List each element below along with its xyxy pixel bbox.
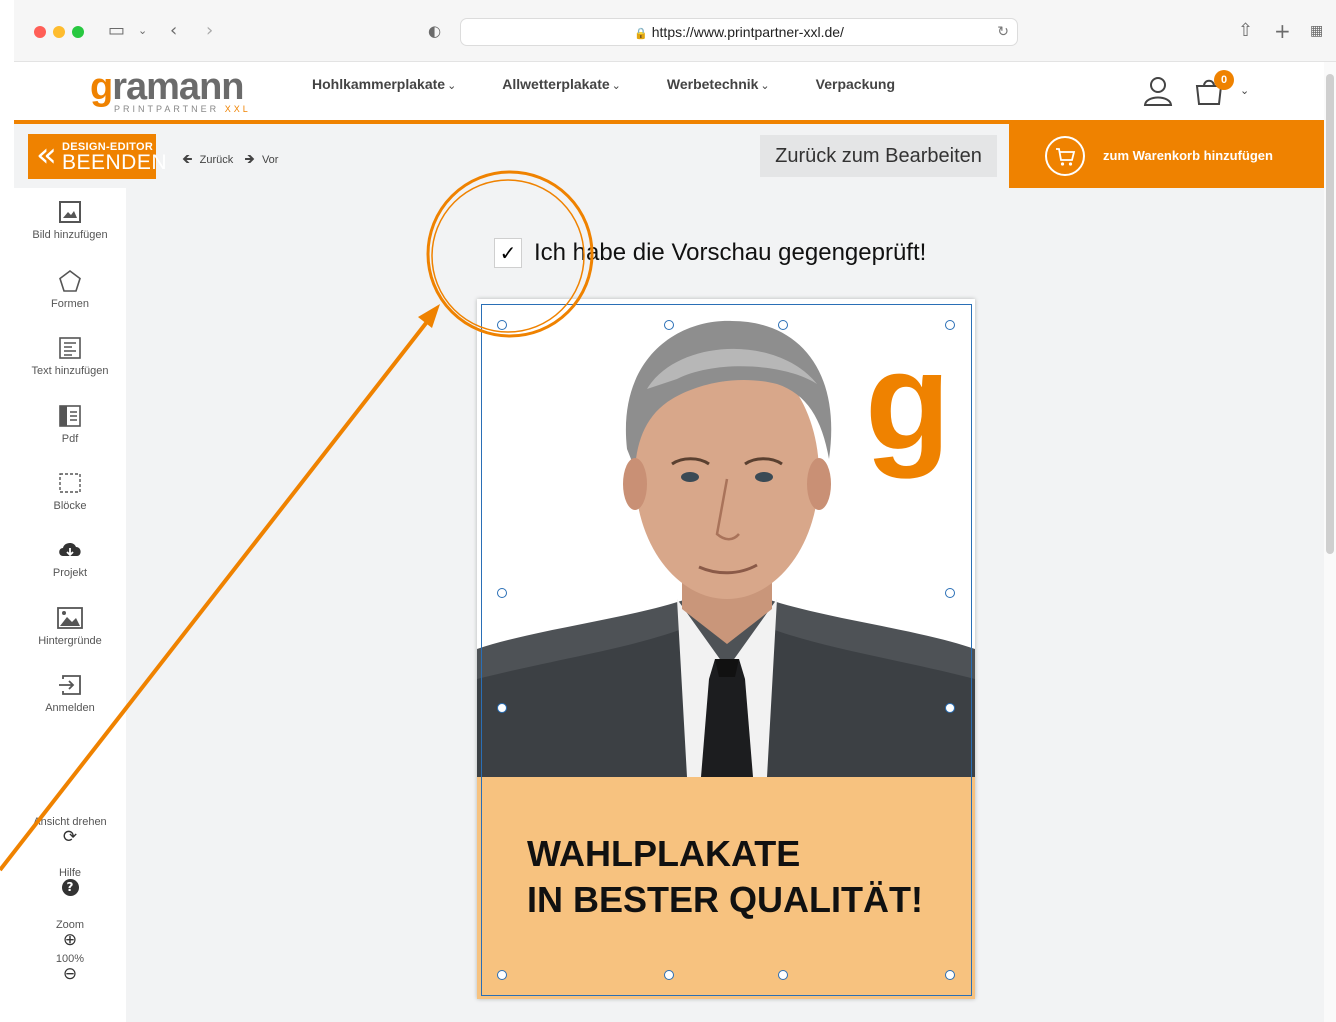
- reload-icon[interactable]: ↻: [997, 19, 1009, 45]
- nav-werbetechnik[interactable]: Werbetechnik ⌄: [667, 76, 770, 94]
- tool-pdf[interactable]: Pdf: [14, 404, 126, 446]
- undo-arrow-icon: 🡸: [182, 152, 193, 167]
- login-icon: [59, 675, 81, 695]
- main-nav: Hohlkammerplakate ⌄ Allwetterplakate ⌄ Wer…: [312, 76, 895, 94]
- pentagon-icon: [59, 270, 81, 292]
- exit-design-editor-button[interactable]: « DESIGN-EDITOR BEENDEN: [28, 134, 167, 179]
- preview-confirm-row: ✓ Ich habe die Vorschau gegengeprüft!: [494, 238, 926, 268]
- resize-handle[interactable]: [945, 703, 955, 713]
- maximize-window-button[interactable]: [72, 26, 84, 38]
- browser-toolbar: ▭ ⌄ ‹ › ◐ 🔒 https://www.printpartner-xxl.…: [14, 0, 1336, 62]
- gramann-logo[interactable]: gramann PRINTPARTNER XXL: [90, 68, 251, 114]
- resize-handle[interactable]: [778, 320, 788, 330]
- help-icon: ?: [61, 879, 79, 896]
- resize-handle[interactable]: [945, 320, 955, 330]
- pdf-icon: [59, 405, 81, 427]
- tool-sidebar: Bild hinzufügen Formen Text hinzufügen P…: [14, 188, 126, 1022]
- rotate-view-button[interactable]: Ansicht drehen ⟳: [14, 816, 126, 846]
- logo-g: g: [90, 66, 113, 108]
- forward-icon[interactable]: ›: [206, 18, 213, 44]
- tool-add-image[interactable]: Bild hinzufügen: [14, 200, 126, 242]
- resize-handle[interactable]: [945, 588, 955, 598]
- resize-handle[interactable]: [497, 588, 507, 598]
- share-icon[interactable]: ⇧: [1238, 18, 1253, 44]
- tool-add-text[interactable]: Text hinzufügen: [14, 336, 126, 378]
- exit-label-big: BEENDEN: [62, 151, 168, 174]
- zoom-in-icon[interactable]: ⊕: [14, 931, 126, 949]
- resize-handle[interactable]: [945, 970, 955, 980]
- back-to-edit-button[interactable]: Zurück zum Bearbeiten: [760, 135, 997, 177]
- chevron-down-icon[interactable]: ⌄: [138, 18, 147, 44]
- chevron-down-icon: ⌄: [760, 79, 770, 92]
- tool-shapes[interactable]: Formen: [14, 269, 126, 311]
- cart-add-icon: [1045, 136, 1085, 176]
- tab-overview-icon[interactable]: ▦: [1310, 18, 1323, 44]
- nav-hohlkammerplakate[interactable]: Hohlkammerplakate ⌄: [312, 76, 456, 94]
- resize-handle[interactable]: [664, 970, 674, 980]
- blocks-icon: [59, 473, 81, 493]
- site-header: gramann PRINTPARTNER XXL Hohlkammerplaka…: [14, 62, 1326, 120]
- tool-backgrounds[interactable]: Hintergründe: [14, 606, 126, 648]
- new-tab-icon[interactable]: +: [1274, 18, 1291, 44]
- logo-text: ramann: [112, 66, 244, 108]
- privacy-shield-icon[interactable]: ◐: [428, 18, 441, 44]
- redo-button[interactable]: 🡺 Vor: [244, 152, 282, 167]
- address-bar[interactable]: 🔒 https://www.printpartner-xxl.de/ ↻: [460, 18, 1018, 46]
- nav-verpackung[interactable]: Verpackung: [816, 76, 895, 94]
- cart-count-badge: 0: [1214, 70, 1234, 90]
- image-add-icon: [59, 201, 81, 223]
- resize-handle[interactable]: [497, 320, 507, 330]
- zoom-out-icon[interactable]: ⊖: [14, 965, 126, 983]
- logo-xxl: XXL: [224, 104, 251, 114]
- redo-arrow-icon: 🡺: [244, 152, 255, 167]
- lock-icon: 🔒: [634, 27, 648, 40]
- resize-handle[interactable]: [497, 703, 507, 713]
- text-icon: [59, 337, 81, 359]
- double-chevron-left-icon: «: [36, 135, 57, 175]
- preview-confirm-label[interactable]: Ich habe die Vorschau gegengeprüft!: [534, 239, 926, 267]
- help-label: Hilfe: [58, 867, 81, 879]
- zoom-group: Zoom ⊕ 100% ⊖: [14, 919, 126, 983]
- add-to-cart-label: zum Warenkorb hinzufügen: [1103, 148, 1273, 163]
- tool-blocks[interactable]: Blöcke: [14, 471, 126, 513]
- nav-allwetterplakate[interactable]: Allwetterplakate ⌄: [502, 76, 621, 94]
- preview-confirm-checkbox[interactable]: ✓: [494, 238, 522, 268]
- help-button[interactable]: Hilfe ?: [14, 867, 126, 896]
- add-to-cart-button[interactable]: zum Warenkorb hinzufügen: [1009, 124, 1326, 188]
- scrollbar-thumb[interactable]: [1326, 74, 1334, 554]
- resize-handle[interactable]: [778, 970, 788, 980]
- rotate-icon: ⟳: [62, 827, 78, 847]
- back-icon[interactable]: ‹: [170, 18, 177, 44]
- editor-toolbar: « DESIGN-EDITOR BEENDEN 🡸 Zurück 🡺 Vor Z…: [14, 124, 1326, 188]
- user-icon[interactable]: [1142, 76, 1174, 111]
- chevron-down-icon: ⌄: [447, 79, 457, 92]
- background-icon: [57, 607, 83, 629]
- close-window-button[interactable]: [34, 26, 46, 38]
- resize-handle[interactable]: [664, 320, 674, 330]
- tool-login[interactable]: Anmelden: [14, 673, 126, 715]
- sidebar-toggle-icon[interactable]: ▭: [108, 18, 125, 44]
- url-text: https://www.printpartner-xxl.de/: [651, 24, 844, 40]
- undo-redo-group: 🡸 Zurück 🡺 Vor: [182, 150, 286, 172]
- chevron-down-icon: ⌄: [611, 79, 621, 92]
- logo-subtitle: PRINTPARTNER: [114, 104, 220, 114]
- cloud-download-icon: [59, 542, 81, 557]
- resize-handle[interactable]: [497, 970, 507, 980]
- chevron-down-icon[interactable]: ⌄: [1240, 84, 1249, 97]
- tool-project[interactable]: Projekt: [14, 538, 126, 580]
- selection-frame[interactable]: [481, 304, 972, 996]
- undo-button[interactable]: 🡸 Zurück: [182, 152, 237, 167]
- minimize-window-button[interactable]: [53, 26, 65, 38]
